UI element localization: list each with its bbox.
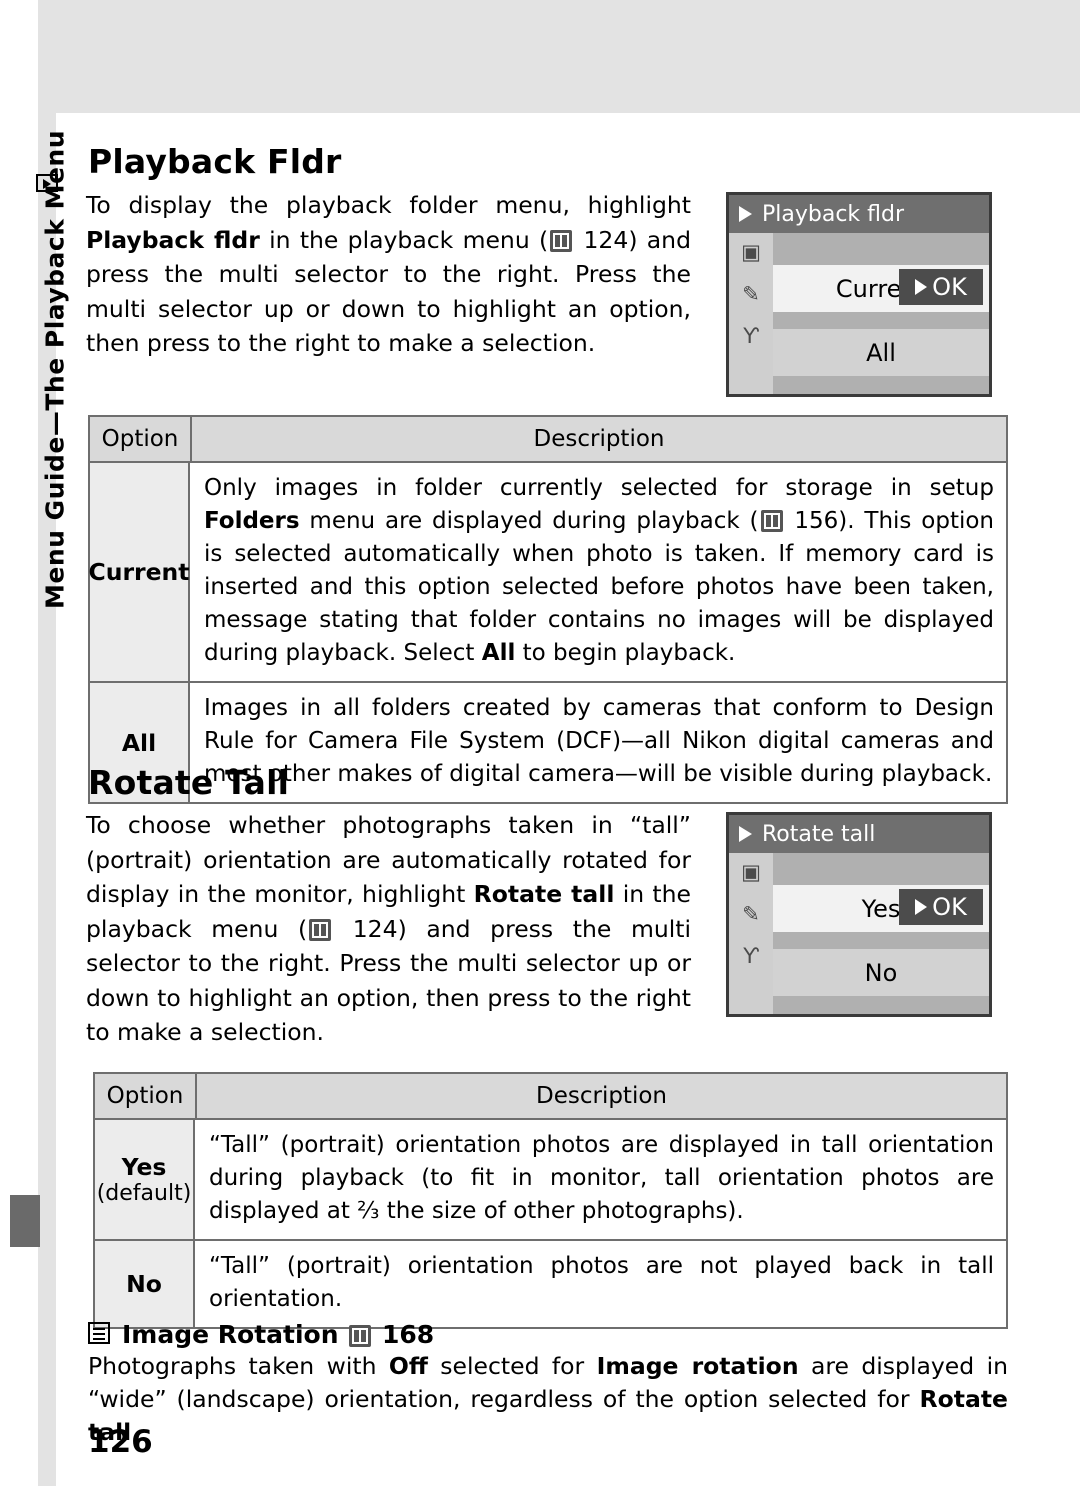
- table-header-option-2: Option: [95, 1074, 197, 1118]
- ok-badge-2[interactable]: OK: [899, 889, 983, 925]
- book-icon: [349, 1325, 372, 1347]
- lcd-row-label-all: All: [866, 338, 896, 367]
- section-body-playback-fldr: To display the playback folder menu, hig…: [86, 191, 691, 357]
- table-cell-option: Yes (default): [95, 1120, 195, 1239]
- table-cell-description: “Tall” (portrait) orientation photos are…: [209, 1253, 994, 1312]
- note-icon: [88, 1322, 110, 1344]
- book-icon: [309, 918, 332, 941]
- table-cell-option-label: Yes: [121, 1153, 167, 1181]
- lcd-header-1: Playback fldr: [729, 195, 989, 233]
- book-icon: [760, 510, 783, 532]
- table-cell-description: Only images in folder currently selected…: [204, 475, 994, 666]
- table-header-option-1: Option: [90, 417, 192, 461]
- table-row: No “Tall” (portrait) orientation photos …: [95, 1241, 1006, 1327]
- camera-icon: ▣: [741, 860, 761, 884]
- lcd-header-2: Rotate tall: [729, 815, 989, 853]
- table-header-row-1: Option Description: [90, 417, 1006, 463]
- section-title-text-2: Rotate Tall: [86, 763, 292, 802]
- section-body-rotate-tall: To choose whether photographs taken in “…: [86, 811, 691, 1046]
- ok-label-1: OK: [932, 273, 967, 301]
- table-cell-description: “Tall” (portrait) orientation photos are…: [209, 1132, 994, 1224]
- table-header-row-2: Option Description: [95, 1074, 1006, 1120]
- page-top-band: [0, 0, 1080, 113]
- lcd-body-2: Yes OK No: [773, 853, 989, 1014]
- lcd-row-all[interactable]: All: [773, 329, 989, 376]
- lcd-sidebar-1: ▣ ✎ Ƴ: [729, 233, 775, 394]
- lcd-row-yes[interactable]: Yes OK: [773, 885, 989, 932]
- sidebar-tab-marker: [10, 1195, 40, 1247]
- note-title-text: Image Rotation 168: [120, 1320, 437, 1349]
- note-body: Photographs taken with Off selected for …: [88, 1352, 1009, 1446]
- lcd-header-label-1: Playback fldr: [762, 201, 905, 227]
- table-playback-fldr: Option Description Current Only images i…: [88, 415, 1008, 804]
- ok-triangle-icon: [915, 899, 928, 915]
- table-cell-option: No: [95, 1241, 195, 1327]
- lcd-row-no[interactable]: No: [773, 949, 989, 996]
- table-cell-description: Images in all folders created by cameras…: [204, 695, 994, 787]
- page-title-rotate-tall: Rotate Tall: [86, 763, 292, 802]
- lcd-body-1: Current OK All: [773, 233, 989, 394]
- pencil-icon: ✎: [742, 902, 760, 926]
- lcd-row-label-yes: Yes: [861, 894, 901, 923]
- lcd-header-label-2: Rotate tall: [762, 821, 876, 847]
- pencil-icon: ✎: [742, 282, 760, 306]
- table-row: Yes (default) “Tall” (portrait) orientat…: [95, 1120, 1006, 1241]
- page-title-playback-fldr: Playback Fldr: [86, 142, 344, 181]
- lcd-row-label-no: No: [864, 958, 898, 987]
- table-cell-option-sub: (default): [96, 1181, 192, 1206]
- page-number: 126: [88, 1424, 153, 1460]
- table-header-description-1: Description: [533, 426, 665, 452]
- play-triangle-icon: [739, 826, 752, 842]
- lcd-rotate-tall: Rotate tall ▣ ✎ Ƴ Yes OK No: [726, 812, 992, 1017]
- note-title-label: Image Rotation: [122, 1320, 339, 1349]
- table-rotate-tall: Option Description Yes (default) “Tall” …: [93, 1072, 1008, 1329]
- page-top-left-white: [0, 0, 38, 113]
- table-header-description-2: Description: [536, 1083, 667, 1109]
- ok-badge-1[interactable]: OK: [899, 269, 983, 305]
- lcd-playback-fldr: Playback fldr ▣ ✎ Ƴ Current OK All: [726, 192, 992, 397]
- camera-icon: ▣: [741, 240, 761, 264]
- wrench-icon: Ƴ: [743, 944, 759, 968]
- sidebar-vertical-label: Menu Guide—The Playback Menu: [40, 130, 70, 610]
- play-triangle-icon: [739, 206, 752, 222]
- ok-label-2: OK: [932, 893, 967, 921]
- ok-triangle-icon: [915, 279, 928, 295]
- note-title: Image Rotation 168: [120, 1320, 437, 1349]
- book-icon: [550, 229, 573, 252]
- table-cell-option: Current: [88, 463, 190, 681]
- wrench-icon: Ƴ: [743, 324, 759, 348]
- section-title-text-1: Playback Fldr: [86, 142, 344, 181]
- lcd-sidebar-2: ▣ ✎ Ƴ: [729, 853, 775, 1014]
- table-row: Current Only images in folder currently …: [88, 463, 1006, 683]
- lcd-row-current[interactable]: Current OK: [773, 265, 989, 312]
- note-page-ref: 168: [381, 1320, 435, 1349]
